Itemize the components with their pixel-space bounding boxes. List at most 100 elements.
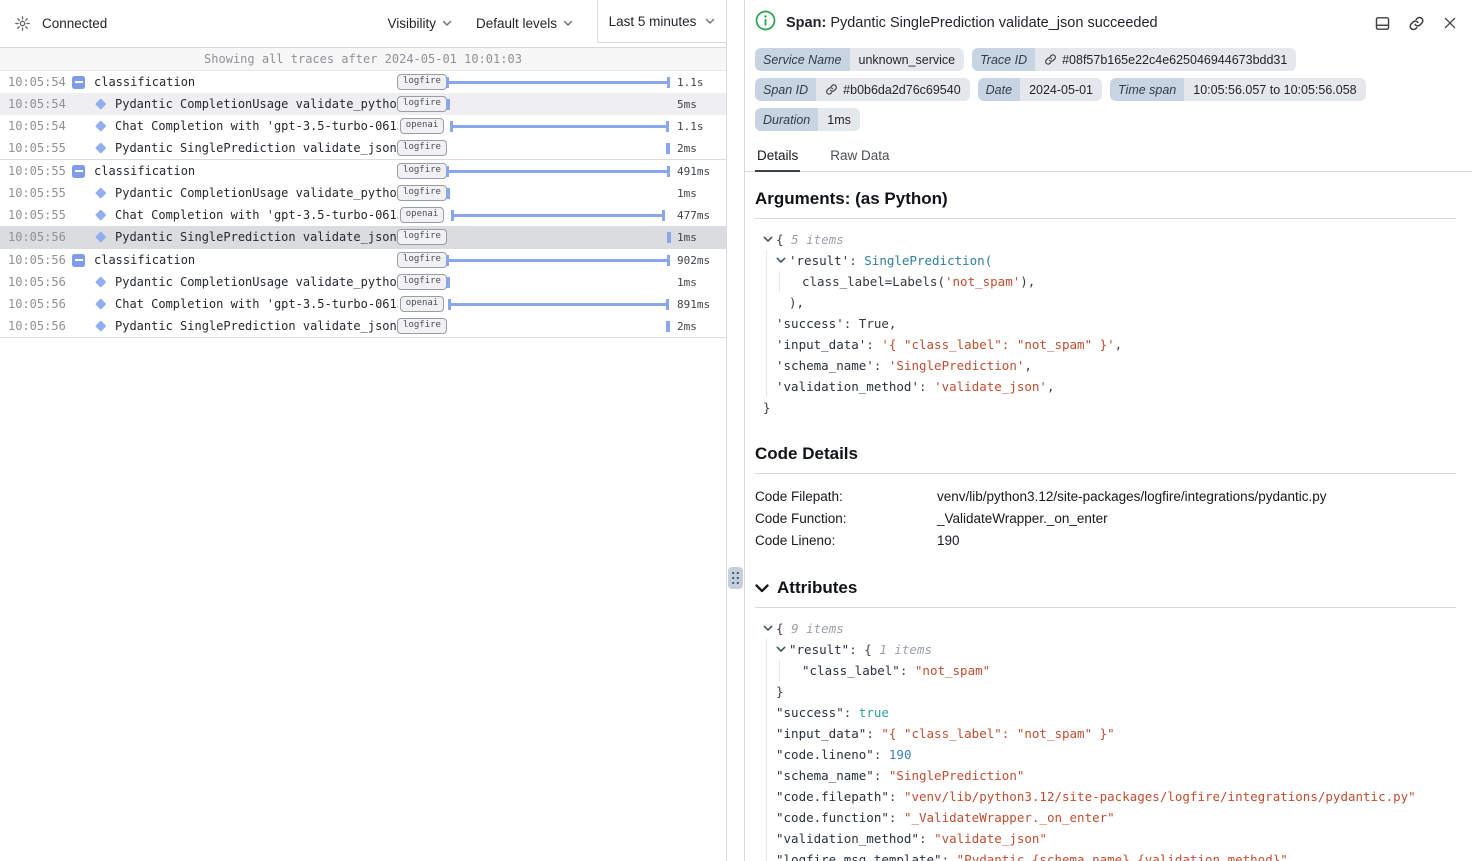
code-token: 9 items [791,621,844,636]
panel-divider [727,0,744,861]
trace-row[interactable]: 10:05:55Chat Completion with 'gpt-3.5-tu… [0,204,726,226]
row-timestamp: 10:05:54 [0,119,66,133]
meta-chip: Service Nameunknown_service [755,48,964,71]
tab-details[interactable]: Details [755,142,800,172]
chip-value: #b0b6da2d76c69540 [816,78,969,101]
section-divider [755,218,1456,219]
settings-gear-icon[interactable] [14,15,31,32]
duration-bar [667,232,671,243]
diamond-shape [95,210,106,221]
code-token: true [859,705,889,720]
trace-row[interactable]: 10:05:54classificationlogfire1.1s [0,71,726,93]
code-token: 'validation_method' [776,379,919,394]
row-timestamp: 10:05:54 [0,97,66,111]
chip-label: Span ID [755,78,816,101]
chip-value-text: 2024-05-01 [1029,83,1093,97]
tag-badge: openai [400,207,445,223]
trace-row[interactable]: 10:05:56Pydantic SinglePrediction valida… [0,226,726,248]
code-token: 'result' [789,253,849,268]
chip-value: 10:05:56.057 to 10:05:56.058 [1184,78,1365,101]
span-name: Pydantic SinglePrediction validate_json [115,141,398,155]
chevron-down-icon [705,18,715,25]
default-levels-dropdown[interactable]: Default levels [476,16,573,31]
code-token: 5 items [791,232,844,247]
chevron-down-icon[interactable] [776,250,789,271]
trace-row[interactable]: 10:05:56Pydantic SinglePrediction valida… [0,315,726,337]
collapse-toggle-icon[interactable] [72,254,85,267]
row-timestamp: 10:05:55 [0,164,66,178]
code-token: : [874,358,889,373]
diamond-shape [95,232,106,243]
tag-badge: logfire [397,185,447,201]
duration-bar [446,188,450,199]
span-metadata-chips: Service Nameunknown_service Trace ID#08f5… [745,46,1472,141]
trace-row[interactable]: 10:05:56Pydantic CompletionUsage validat… [0,271,726,293]
code-token: "{ "class_label": "not_spam" }" [881,726,1114,741]
trace-row[interactable]: 10:05:54Chat Completion with 'gpt-3.5-tu… [0,115,726,137]
span-diamond-icon [95,122,106,130]
trace-row[interactable]: 10:05:56classificationlogfire902ms [0,249,726,271]
code-line: "code.function": "_ValidateWrapper._on_e… [755,807,1456,828]
copy-link-button[interactable] [1408,15,1425,32]
chip-label: Date [978,78,1020,101]
indent-guide [766,765,776,786]
indent-guide [766,660,776,681]
code-token: True, [859,316,897,331]
attributes-json-block: { 9 items"result": { 1 items"class_label… [755,618,1456,861]
arguments-heading: Arguments: (as Python) [755,189,1456,209]
indent-guide [766,355,776,376]
link-icon[interactable] [825,83,838,96]
duration-bar [446,255,670,266]
trace-row[interactable]: 10:05:55Pydantic SinglePrediction valida… [0,137,726,159]
span-name: Pydantic SinglePrediction validate_json [115,319,398,333]
code-token: } [763,400,771,415]
close-button[interactable] [1442,15,1458,31]
code-line: "validation_method": "validate_json" [755,828,1456,849]
duration-timeline [446,137,670,159]
tag-badge: logfire [397,252,447,268]
tab-raw-data[interactable]: Raw Data [828,142,891,171]
code-token: "code.function" [776,810,889,825]
duration-timeline [446,293,670,315]
trace-row[interactable]: 10:05:56Chat Completion with 'gpt-3.5-tu… [0,293,726,315]
code-token: : [889,789,904,804]
link-icon[interactable] [1044,53,1057,66]
span-diamond-icon [95,211,106,219]
code-token: "logfire.msg_template" [776,852,942,861]
trace-row[interactable]: 10:05:55classificationlogfire491ms [0,160,726,182]
panel-layout-icon [1374,15,1391,32]
duration-label: 1.1s [670,120,726,133]
dock-panel-button[interactable] [1374,15,1391,32]
code-token: "validate_json" [934,831,1047,846]
divider-drag-handle[interactable] [728,567,743,589]
time-range-dropdown[interactable]: Last 5 minutes [597,0,726,43]
span-detail-panel: Span: Pydantic SinglePrediction validate… [744,0,1472,861]
indent-guide [766,271,776,292]
code-token: "result" [789,642,849,657]
chevron-down-icon[interactable] [776,639,789,660]
indent-guide [766,376,776,397]
tag-badge: logfire [397,96,447,112]
chevron-down-icon[interactable] [763,618,776,639]
span-tag: logfire [398,318,446,334]
chevron-down-icon[interactable] [755,584,769,593]
code-line: ), [755,292,1456,313]
code-line: "success": true [755,702,1456,723]
code-line: { 9 items [755,618,1456,639]
indent-guide [779,660,789,681]
duration-label: 1ms [670,231,726,244]
collapse-toggle-icon[interactable] [72,165,85,178]
collapse-toggle-icon[interactable] [72,76,85,89]
chip-label: Service Name [755,48,850,71]
code-details-heading: Code Details [755,444,1456,464]
span-tag: logfire [398,140,446,156]
info-icon [755,10,776,36]
meta-chip: Trace ID#08f57b165e22c4e625046944673bdd3… [972,48,1296,71]
duration-label: 1.1s [670,76,726,89]
trace-row[interactable]: 10:05:54Pydantic CompletionUsage validat… [0,93,726,115]
diamond-shape [95,143,106,154]
trace-row[interactable]: 10:05:55Pydantic CompletionUsage validat… [0,182,726,204]
span-name: classification [94,164,398,178]
chevron-down-icon[interactable] [763,229,776,250]
visibility-dropdown[interactable]: Visibility [387,16,452,31]
